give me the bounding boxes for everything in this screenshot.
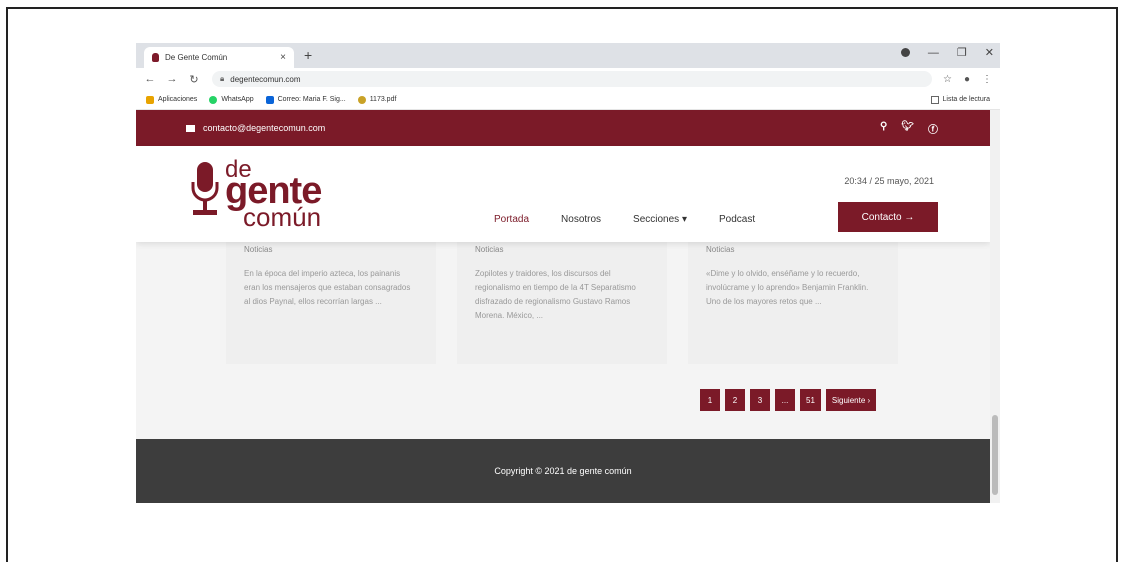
apps-grid-icon bbox=[146, 95, 154, 104]
email-text: contacto@degentecomun.com bbox=[203, 123, 326, 133]
restore-icon[interactable]: ❐ bbox=[957, 46, 967, 59]
browser-window: De Gente Común × + — ❐ ✕ ← → ↻ 🔒︎ degent… bbox=[136, 43, 1000, 503]
bookmark-label: 1173.pdf bbox=[369, 96, 397, 103]
page-scrollbar[interactable] bbox=[990, 110, 1000, 503]
article-cards: Noticias En la época del imperio azteca,… bbox=[226, 228, 898, 364]
card-category[interactable]: Noticias bbox=[706, 243, 880, 257]
bookmarks-bar: Aplicaciones WhatsApp Correo: Maria F. S… bbox=[136, 90, 1000, 110]
page-51-button[interactable]: 51 bbox=[800, 389, 821, 411]
article-card[interactable]: Noticias En la época del imperio azteca,… bbox=[226, 228, 436, 364]
email-link[interactable]: contacto@degentecomun.com bbox=[186, 123, 325, 133]
window-controls: — ❐ ✕ bbox=[900, 46, 994, 59]
bookmark-label: Aplicaciones bbox=[158, 96, 198, 103]
top-contact-bar: contacto@degentecomun.com ⚲ 🐦︎ ⓕ bbox=[136, 110, 990, 146]
outlook-icon bbox=[265, 95, 274, 104]
reading-list-icon bbox=[930, 95, 939, 104]
page-2-button[interactable]: 2 bbox=[725, 389, 745, 411]
minimize-icon[interactable]: — bbox=[928, 47, 939, 59]
article-card[interactable]: Noticias «Dime y lo olvido, enséñame y l… bbox=[688, 228, 898, 364]
card-category[interactable]: Noticias bbox=[475, 243, 649, 257]
url-field[interactable]: 🔒︎ degentecomun.com bbox=[212, 71, 932, 87]
microphone-logo-icon bbox=[191, 162, 219, 215]
address-bar: ← → ↻ 🔒︎ degentecomun.com ☆ ● ⋮ bbox=[136, 68, 1000, 90]
browser-tab[interactable]: De Gente Común × bbox=[144, 47, 294, 68]
logo-word-comun: común bbox=[243, 202, 322, 232]
envelope-icon bbox=[186, 124, 195, 132]
forward-icon[interactable]: → bbox=[164, 73, 180, 85]
bookmark-whatsapp[interactable]: WhatsApp bbox=[209, 95, 254, 104]
article-card[interactable]: Noticias Zopilotes y traidores, los disc… bbox=[457, 228, 667, 364]
search-icon[interactable]: ⚲ bbox=[880, 121, 887, 136]
card-category[interactable]: Noticias bbox=[244, 243, 418, 257]
scrollbar-thumb[interactable] bbox=[992, 415, 998, 495]
bookmark-pdf[interactable]: 1173.pdf bbox=[357, 95, 397, 104]
profile-icon[interactable]: ● bbox=[964, 74, 970, 85]
reading-list[interactable]: Lista de lectura bbox=[930, 95, 990, 104]
card-excerpt: «Dime y lo olvido, enséñame y lo recuerd… bbox=[706, 269, 869, 306]
page-viewport: contacto@degentecomun.com ⚲ 🐦︎ ⓕ de gent… bbox=[136, 110, 990, 503]
url-text: degentecomun.com bbox=[230, 74, 301, 84]
facebook-icon[interactable]: ⓕ bbox=[928, 121, 938, 136]
reading-list-label: Lista de lectura bbox=[942, 96, 990, 103]
bookmark-label: WhatsApp bbox=[221, 96, 254, 103]
reload-icon[interactable]: ↻ bbox=[186, 73, 202, 86]
lock-icon: 🔒︎ bbox=[220, 74, 225, 83]
bookmark-correo[interactable]: Correo: Maria F. Sig... bbox=[265, 95, 346, 104]
card-excerpt: Zopilotes y traidores, los discursos del… bbox=[475, 269, 636, 320]
date-time: 20:34 / 25 mayo, 2021 bbox=[844, 176, 934, 186]
contact-button[interactable]: Contacto → bbox=[838, 202, 938, 232]
tab-strip: De Gente Común × + — ❐ ✕ bbox=[136, 43, 1000, 68]
whatsapp-icon bbox=[209, 95, 218, 104]
main-menu: Portada Nosotros Secciones ▾ Podcast bbox=[494, 214, 755, 225]
menu-item-portada[interactable]: Portada bbox=[494, 214, 529, 225]
menu-dots-icon[interactable]: ⋮ bbox=[982, 74, 992, 85]
page-ellipsis: ... bbox=[775, 389, 795, 411]
mic-favicon-icon bbox=[152, 53, 159, 62]
tab-title: De Gente Común bbox=[165, 53, 228, 62]
bookmark-star-icon[interactable]: ☆ bbox=[943, 74, 952, 85]
pagination: 1 2 3 ... 51 Siguiente › bbox=[700, 389, 877, 411]
close-window-icon[interactable]: ✕ bbox=[985, 46, 994, 59]
pdf-icon bbox=[357, 95, 366, 104]
tab-close-icon[interactable]: × bbox=[280, 52, 286, 63]
twitter-icon[interactable]: 🐦︎ bbox=[901, 121, 914, 136]
site-footer: Copyright © 2021 de gente común bbox=[136, 439, 990, 503]
site-logo[interactable]: de gente común bbox=[191, 156, 351, 236]
page-3-button[interactable]: 3 bbox=[750, 389, 770, 411]
record-icon[interactable] bbox=[900, 48, 910, 57]
site-header: de gente común 20:34 / 25 mayo, 2021 Por… bbox=[136, 146, 990, 242]
new-tab-button[interactable]: + bbox=[304, 47, 312, 63]
page-1-button[interactable]: 1 bbox=[700, 389, 720, 411]
bookmark-apps[interactable]: Aplicaciones bbox=[146, 95, 198, 104]
card-excerpt: En la época del imperio azteca, los pain… bbox=[244, 269, 411, 306]
menu-item-secciones[interactable]: Secciones ▾ bbox=[633, 214, 687, 225]
menu-item-podcast[interactable]: Podcast bbox=[719, 214, 755, 225]
bookmark-label: Correo: Maria F. Sig... bbox=[277, 96, 346, 103]
copyright-text: Copyright © 2021 de gente común bbox=[494, 466, 632, 476]
back-icon[interactable]: ← bbox=[142, 73, 158, 85]
menu-item-nosotros[interactable]: Nosotros bbox=[561, 214, 601, 225]
next-page-button[interactable]: Siguiente › bbox=[825, 389, 877, 411]
